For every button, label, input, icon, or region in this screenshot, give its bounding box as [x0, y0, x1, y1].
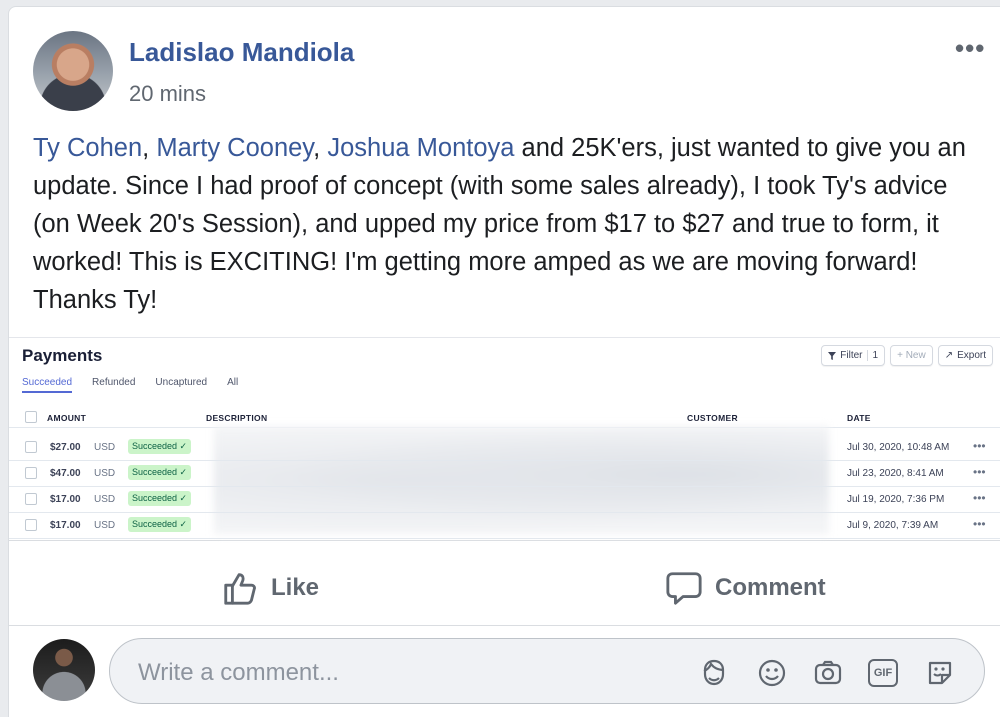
col-customer: CUSTOMER [687, 413, 738, 423]
col-amount: AMOUNT [47, 413, 87, 423]
row-amount: $17.00 [50, 494, 81, 505]
mention-ty-cohen[interactable]: Ty Cohen [33, 134, 142, 162]
sticker-icon[interactable] [924, 657, 956, 689]
table-row: $17.00 USD Succeeded ✓ Jul 19, 2020, 7:3… [9, 486, 1000, 513]
comment-composer[interactable]: GIF [109, 638, 985, 704]
status-badge: Succeeded ✓ [128, 465, 192, 480]
mention-separator: , [313, 134, 328, 162]
filter-button: Filter 1 [821, 345, 886, 366]
row-amount: $17.00 [50, 520, 81, 531]
row-date: Jul 19, 2020, 7:36 PM [847, 494, 945, 505]
avatar-sticker-icon[interactable] [698, 657, 730, 689]
post-timestamp[interactable]: 20 mins [129, 81, 206, 107]
new-button: + New [890, 345, 933, 366]
status-badge: Succeeded ✓ [128, 491, 192, 506]
row-menu-icon: ••• [973, 491, 986, 505]
row-currency: USD [94, 442, 116, 453]
row-date: Jul 9, 2020, 7:39 AM [847, 520, 939, 531]
post-card: Ladislao Mandiola 20 mins ••• Ty Cohen, … [8, 6, 1000, 717]
row-date: Jul 23, 2020, 8:41 AM [847, 468, 944, 479]
filter-label: Filter [840, 350, 863, 361]
table-row: $27.00 USD Succeeded ✓ Jul 30, 2020, 10:… [9, 434, 1000, 461]
row-checkbox [25, 493, 37, 505]
export-label: Export [957, 350, 986, 361]
mention-separator: , [142, 134, 157, 162]
row-date: Jul 30, 2020, 10:48 AM [847, 442, 950, 453]
author-name[interactable]: Ladislao Mandiola [129, 37, 354, 68]
tab-refunded: Refunded [92, 377, 136, 388]
row-currency: USD [94, 520, 116, 531]
row-menu-icon: ••• [973, 517, 986, 531]
table-row: $17.00 USD Succeeded ✓ Jul 9, 2020, 7:39… [9, 512, 1000, 539]
emoji-icon[interactable] [756, 657, 788, 689]
filter-icon [828, 351, 837, 360]
author-avatar[interactable] [33, 31, 113, 111]
export-arrow-icon: ↗ [944, 350, 954, 361]
select-all-checkbox [25, 411, 37, 423]
comment-input[interactable] [136, 655, 680, 691]
status-badge: Succeeded ✓ [128, 517, 192, 532]
payments-table-header: AMOUNT DESCRIPTION CUSTOMER DATE [9, 405, 1000, 428]
row-currency: USD [94, 468, 116, 479]
col-description: DESCRIPTION [206, 413, 268, 423]
row-checkbox [25, 441, 37, 453]
gif-icon[interactable]: GIF [868, 659, 898, 687]
row-amount: $47.00 [50, 468, 81, 479]
row-menu-icon: ••• [973, 439, 986, 453]
current-user-avatar[interactable] [33, 639, 95, 701]
row-menu-icon: ••• [973, 465, 986, 479]
export-button: ↗ Export [937, 345, 993, 366]
like-label: Like [271, 574, 320, 601]
row-currency: USD [94, 494, 116, 505]
more-options-icon[interactable]: ••• [955, 33, 985, 64]
status-badge: Succeeded ✓ [128, 439, 192, 454]
table-row: $47.00 USD Succeeded ✓ Jul 23, 2020, 8:4… [9, 460, 1000, 487]
attached-image-payments[interactable]: Payments Succeeded Refunded Uncaptured A… [9, 337, 1000, 541]
row-checkbox [25, 519, 37, 531]
tab-uncaptured: Uncaptured [155, 377, 208, 388]
payments-tabs: Succeeded Refunded Uncaptured All [22, 377, 238, 393]
post-actions: Like Comment [9, 547, 1000, 626]
row-amount: $27.00 [50, 442, 81, 453]
post-text: Ty Cohen, Marty Cooney, Joshua Montoya a… [33, 129, 983, 319]
comment-button[interactable]: Comment [665, 569, 826, 607]
tab-succeeded: Succeeded [22, 377, 73, 393]
comment-label: Comment [715, 574, 826, 601]
tab-all: All [227, 377, 239, 388]
filter-count: 1 [866, 350, 878, 361]
mention-joshua-montoya[interactable]: Joshua Montoya [327, 134, 514, 162]
comment-bubble-icon [666, 572, 702, 605]
row-checkbox [25, 467, 37, 479]
like-button[interactable]: Like [221, 569, 319, 607]
col-date: DATE [847, 413, 871, 423]
payments-toolbar: Filter 1 + New ↗ Export [821, 345, 993, 366]
mention-marty-cooney[interactable]: Marty Cooney [156, 134, 313, 162]
thumbs-up-icon [224, 573, 256, 605]
camera-icon[interactable] [812, 657, 844, 689]
payments-title: Payments [22, 346, 103, 365]
